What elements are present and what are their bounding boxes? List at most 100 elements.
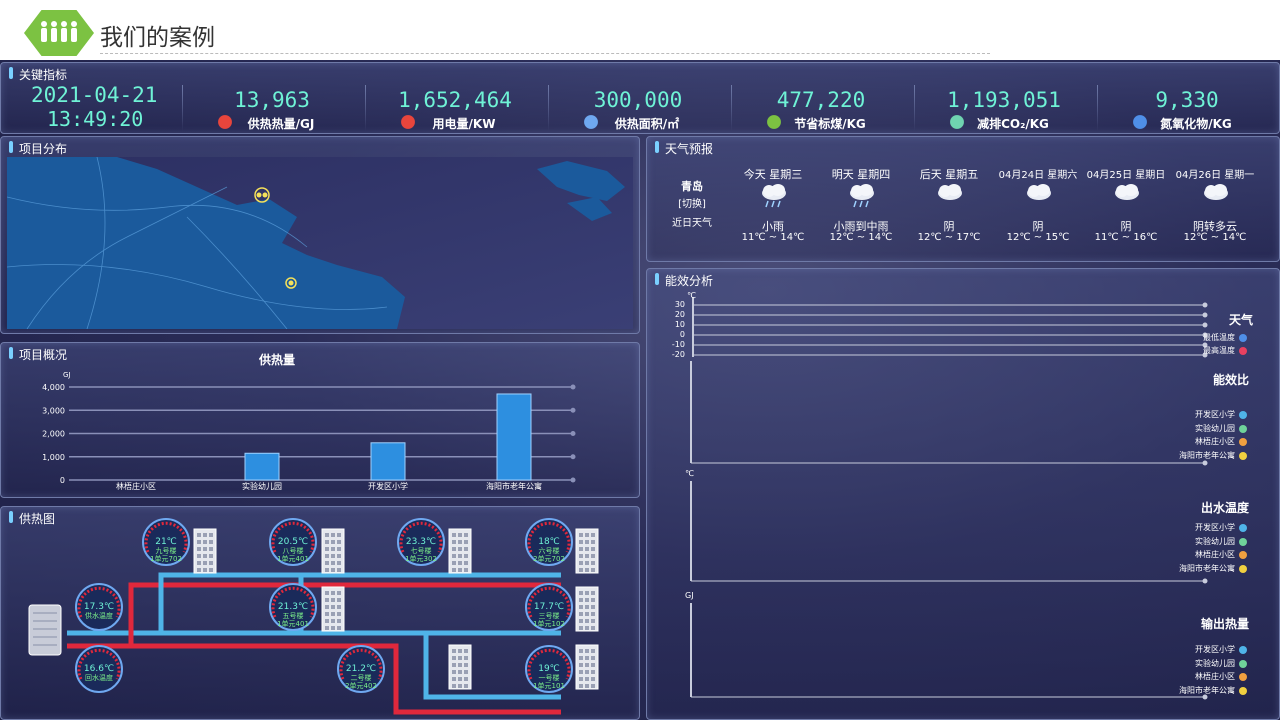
temperature-gauge: 16.6℃回水温度 [75,645,123,693]
slide-header: 我们的案例 [0,0,1280,60]
current-time: 13:49:20 [47,107,144,131]
kpi-item: 1,193,051 减排CO₂/KG [914,85,1094,135]
cloud-icon [1201,182,1231,208]
y-tick-label: 20 [674,310,685,319]
legend-dot [1239,686,1247,695]
efficiency-section-title: 输出热量 [1200,617,1249,631]
co2-icon [948,114,966,130]
y-tick-label: -20 [671,350,685,359]
heat-pump-unit-icon [28,604,62,656]
legend-dot [1239,646,1247,654]
gauge-location: 九号楼 [156,546,177,555]
building-icon [575,586,599,632]
grid-end-dot [570,384,576,390]
legend-item[interactable]: 林梧庄小区 [1167,436,1235,447]
kpi-panel: 关键指标 2021-04-21 13:49:20 13,963 供热热量/GJ 1,… [0,62,1280,134]
weather-temp-range: 12℃ ~ 15℃ [1006,232,1070,243]
kpi-label: 氮氧化物/KG [1160,117,1232,131]
fire-icon [216,114,234,130]
grid-end-dot [1202,322,1208,328]
dashboard: 关键指标 2021-04-21 13:49:20 13,963 供热热量/GJ 1,… [0,60,1280,720]
building-icon [448,644,472,690]
legend-item[interactable]: 林梧庄小区 [1167,671,1235,682]
legend-dot [1239,334,1247,342]
weather-day: 04月25日 星期日阴 11℃ ~ 16℃ [1085,166,1167,258]
kpi-item: 477,220 节省标煤/KG [731,85,911,135]
grid-end-dot [570,477,576,483]
legend-item[interactable]: 最高温度 [1167,345,1235,356]
heating-diagram-panel: 供热图 21℃ 九号楼 1单元702 20.5℃ 八号楼 1单元401 23.3℃ 七号楼 1单… [0,506,640,720]
axis-unit: GJ [685,591,694,600]
kpi-value: 477,220 [776,88,866,112]
weather-day-name: 04月25日 星期日 [1086,170,1166,181]
people-logo-icon [24,10,94,56]
legend-item[interactable]: 开发区小学 [1167,644,1235,655]
project-map-panel: 项目分布 [0,136,640,334]
legend-item[interactable]: 实验幼儿园 [1167,658,1235,669]
y-tick-label: 1,000 [42,453,65,462]
kpi-panel-title: 关键指标 [9,66,67,83]
y-tick-label: 3,000 [42,406,65,415]
bar [244,452,280,481]
legend-item[interactable]: 开发区小学 [1167,522,1235,533]
weather-panel-title: 天气预报 [655,140,713,157]
weather-day: 明天 星期四 小雨到中雨 12℃ ~ 14℃ [820,166,902,258]
weather-day-name: 04月24日 星期六 [998,170,1078,181]
legend-item[interactable]: 林梧庄小区 [1167,549,1235,560]
grid-end-dot [1202,578,1208,584]
legend-dot [1239,564,1247,573]
kpi-value: 300,000 [593,88,683,112]
grid-end-dot [570,454,576,460]
kpi-label: 用电量/KW [432,117,496,131]
kpi-value: 13,963 [234,88,310,112]
rain-cloud-icon [759,182,789,208]
y-tick-label: 0 [679,330,685,339]
rain-cloud-icon [847,182,877,208]
temperature-gauge: 23.3℃七号楼1单元302 [397,518,445,566]
kpi-item: 9,330 氮氧化物/KG [1097,85,1277,135]
temperature-gauge: 17.3℃供水温度 [75,583,123,631]
axis-unit: ℃ [685,469,694,478]
kpi-item: 13,963 供热热量/GJ [182,85,362,135]
gauge-location: 七号楼 [411,546,432,555]
legend-dot [1239,659,1247,668]
kpi-value: 1,193,051 [947,88,1061,112]
legend-item[interactable]: 最低温度 [1167,332,1235,343]
weather-switch-button[interactable]: [切换] [668,195,716,210]
building-icon [575,528,599,574]
heating-network-diagram: 21℃九号楼1单元70220.5℃八号楼1单元40123.3℃七号楼1单元302… [28,518,599,715]
cloud-icon [1024,182,1054,208]
legend-item[interactable]: 海阳市老年公寓 [1167,685,1235,696]
gauge-location: 三号楼 [539,611,560,620]
temperature-gauge: 17.7℃三号楼1单元102 [525,583,573,631]
weather-temp-range: 11℃ ~ 14℃ [741,232,805,243]
legend-item[interactable]: 开发区小学 [1167,409,1235,420]
legend-dot [1239,438,1247,446]
efficiency-section-title: 出水温度 [1200,501,1249,515]
gauge-unit: 1单元401 [277,554,309,563]
gauge-temp: 16.6℃ [84,664,114,674]
weather-day: 今天 星期三 小雨 11℃ ~ 14℃ [732,166,814,258]
x-tick-label: 开发区小学 [368,481,408,491]
weather-temp-range: 11℃ ~ 16℃ [1094,232,1158,243]
legend-item[interactable]: 实验幼儿园 [1167,423,1235,434]
region-map[interactable] [7,157,633,329]
gauge-temp: 17.3℃ [84,602,114,612]
gauge-unit: 2单元702 [533,554,565,563]
cloud-icon [935,182,965,208]
gauge-unit: 1单元101 [533,681,565,690]
gauge-location: 八号楼 [283,546,304,555]
legend-dot [1239,551,1247,559]
grid-end-dot [1202,312,1208,318]
efficiency-section-title: 能效比 [1212,373,1249,387]
weather-day: 后天 星期五阴 12℃ ~ 17℃ [908,166,990,258]
gauge-location: 五号楼 [283,611,304,620]
gauge-unit: 1单元702 [150,554,182,563]
building-icon [321,586,345,632]
legend-item[interactable]: 海阳市老年公寓 [1167,450,1235,461]
x-tick-label: 实验幼儿园 [242,481,282,491]
gauge-unit: 1单元302 [405,554,437,563]
legend-item[interactable]: 海阳市老年公寓 [1167,563,1235,574]
gauge-temp: 21℃ [155,537,177,547]
legend-item[interactable]: 实验幼儿园 [1167,536,1235,547]
